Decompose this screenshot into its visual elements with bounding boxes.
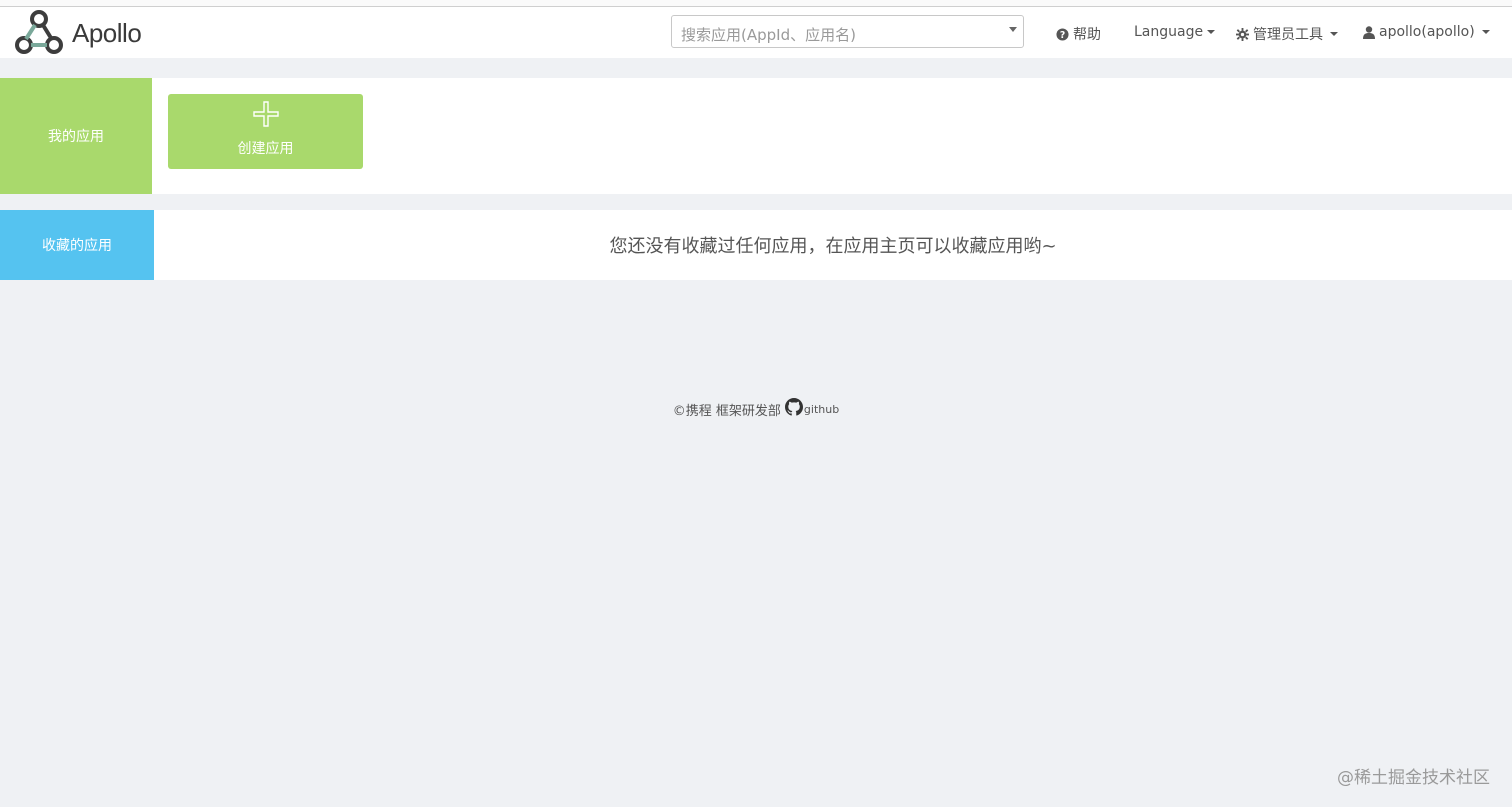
user-icon [1363, 25, 1375, 39]
create-app-button[interactable]: 创建应用 [168, 94, 363, 169]
favorite-apps-panel: 收藏的应用 您还没有收藏过任何应用，在应用主页可以收藏应用哟~ [0, 210, 1512, 280]
github-link[interactable]: github [784, 398, 840, 420]
github-label: github [803, 402, 840, 416]
user-dropdown[interactable]: apollo(apollo) [1363, 24, 1490, 40]
help-link[interactable]: ? 帮助 [1056, 24, 1101, 44]
my-apps-panel: 我的应用 创建应用 [0, 78, 1512, 194]
apollo-logo-icon [15, 10, 63, 54]
chevron-down-icon [1009, 27, 1017, 32]
admin-tools-label: 管理员工具 [1253, 27, 1323, 43]
brand-logo-link[interactable]: Apollo [14, 9, 142, 57]
create-app-label: 创建应用 [237, 141, 294, 157]
my-apps-title: 我的应用 [0, 78, 152, 194]
help-label: 帮助 [1073, 27, 1101, 43]
favorite-apps-title: 收藏的应用 [0, 210, 154, 280]
language-label: Language [1134, 24, 1204, 40]
watermark: @稀土掘金技术社区 [1337, 768, 1490, 788]
app-search-select[interactable]: 搜索应用(AppId、应用名) [671, 15, 1024, 48]
caret-down-icon [1330, 32, 1338, 36]
caret-down-icon [1481, 30, 1490, 34]
brand-name: Apollo [72, 17, 142, 48]
gear-icon [1236, 27, 1249, 41]
footer-copyright: ©携程 框架研发部 [672, 403, 781, 419]
svg-text:?: ? [1060, 30, 1065, 41]
language-dropdown[interactable]: Language [1134, 24, 1216, 40]
question-circle-icon: ? [1056, 27, 1069, 41]
caret-down-icon [1207, 30, 1216, 34]
footer: ©携程 框架研发部 github [0, 398, 1512, 420]
user-label: apollo(apollo) [1379, 24, 1475, 40]
search-placeholder: 搜索应用(AppId、应用名) [681, 26, 856, 44]
top-border [0, 0, 1512, 7]
favorite-apps-empty-message: 您还没有收藏过任何应用，在应用主页可以收藏应用哟~ [609, 236, 1057, 257]
plus-icon [252, 101, 279, 132]
github-icon [784, 398, 803, 420]
admin-tools-dropdown[interactable]: 管理员工具 [1236, 24, 1338, 44]
top-navbar: Apollo 搜索应用(AppId、应用名) ? 帮助 Language 管理员… [0, 7, 1512, 58]
